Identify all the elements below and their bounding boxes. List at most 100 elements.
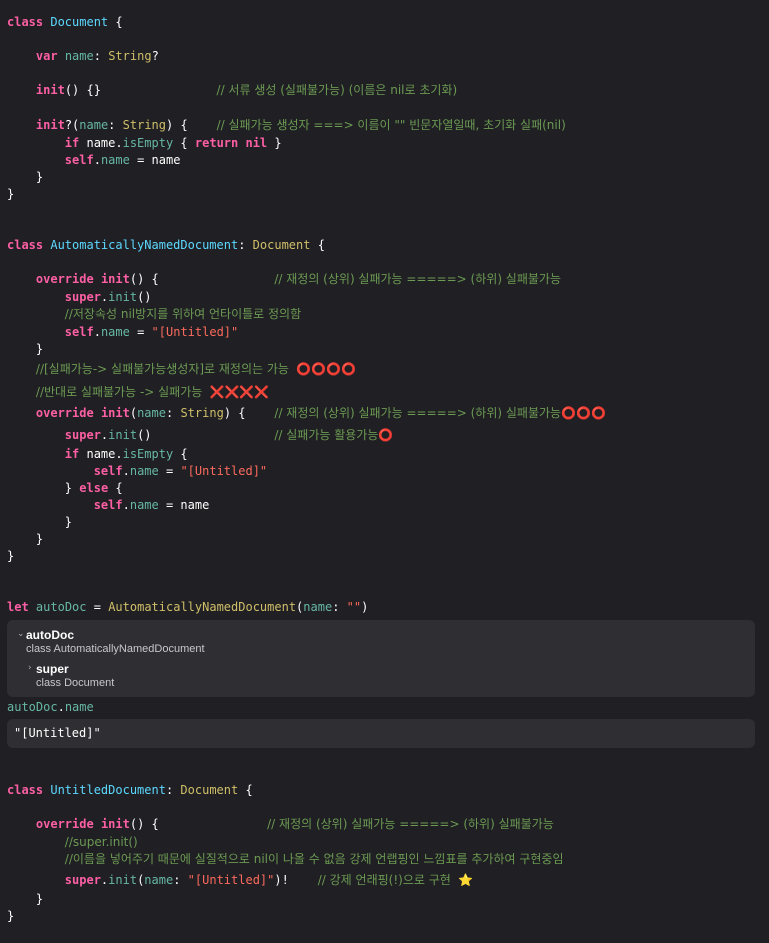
keyword: init bbox=[35, 83, 65, 97]
keyword: class bbox=[7, 238, 44, 252]
punct: . bbox=[93, 153, 101, 167]
inspector-subtitle: class AutomaticallyNamedDocument bbox=[26, 643, 205, 655]
code-line[interactable]: override init() { // 재정의 (상위) 실패가능 =====… bbox=[7, 271, 561, 287]
code-line[interactable]: var name: String? bbox=[7, 48, 159, 64]
code-line[interactable]: class AutomaticallyNamedDocument: Docume… bbox=[7, 237, 325, 253]
keyword: let bbox=[7, 600, 29, 614]
identifier: autoDoc bbox=[7, 700, 58, 714]
keyword: override bbox=[35, 272, 94, 286]
keyword: init bbox=[100, 817, 130, 831]
comment: //반대로 실패불가능 -> 실패가능 bbox=[35, 385, 203, 399]
inspector-child-title[interactable]: super bbox=[36, 662, 69, 676]
code-line[interactable]: } bbox=[7, 531, 43, 547]
code-line[interactable]: } bbox=[7, 514, 72, 530]
code-text: = name bbox=[137, 153, 181, 167]
punct: () {} bbox=[64, 83, 101, 97]
code-line[interactable]: super.init(name: "[Untitled]")! // 강제 언래… bbox=[7, 872, 473, 888]
punct: . bbox=[122, 464, 130, 478]
type-name: String bbox=[180, 406, 224, 420]
keyword: self bbox=[93, 464, 123, 478]
punct: : bbox=[332, 600, 340, 614]
type-name: AutomaticallyNamedDocument bbox=[108, 600, 297, 614]
code-line[interactable]: self.name = name bbox=[7, 152, 181, 168]
code-line[interactable]: //이름을 넣어주기 때문에 실질적으로 nil이 나올 수 없음 강제 언랩핑… bbox=[7, 851, 564, 867]
variable-inspector: ⌄ autoDoc class AutomaticallyNamedDocume… bbox=[7, 620, 755, 697]
keyword: override bbox=[35, 817, 94, 831]
identifier: name. bbox=[86, 136, 123, 150]
code-line[interactable]: //[실패가능-> 실패불가능생성자]로 재정의는 가능 ⭕⭕⭕⭕ bbox=[7, 361, 356, 377]
punct: : bbox=[238, 238, 246, 252]
code-line[interactable]: //super.init() bbox=[7, 834, 138, 850]
code-line[interactable]: if name.isEmpty { bbox=[7, 446, 188, 462]
brace: } bbox=[7, 909, 15, 923]
keyword: if bbox=[64, 447, 80, 461]
code-line[interactable]: let autoDoc = AutomaticallyNamedDocument… bbox=[7, 599, 368, 615]
code-line[interactable]: init?(name: String) { // 실패가능 생성자 ===> 이… bbox=[7, 117, 566, 133]
punct: ?( bbox=[64, 118, 80, 132]
comment: // 재정의 (상위) 실패가능 =====> (하위) 실패불가능 bbox=[267, 817, 554, 831]
code-line[interactable]: } bbox=[7, 186, 14, 202]
code-line[interactable]: class UntitledDocument: Document { bbox=[7, 782, 253, 798]
keyword: init bbox=[100, 406, 130, 420]
identifier: name bbox=[144, 873, 174, 887]
code-line[interactable]: if name.isEmpty { return nil } bbox=[7, 135, 282, 151]
keyword: override bbox=[35, 406, 94, 420]
keyword: class bbox=[7, 15, 44, 29]
type-name: Document bbox=[252, 238, 311, 252]
comment: //super.init() bbox=[64, 835, 138, 849]
keyword: if bbox=[64, 136, 80, 150]
code-line[interactable]: } bbox=[7, 548, 14, 564]
brace: } bbox=[7, 549, 15, 563]
inspector-title[interactable]: autoDoc bbox=[26, 628, 74, 642]
keyword: self bbox=[93, 498, 123, 512]
string-literal: "[Untitled]" bbox=[180, 464, 268, 478]
code-line[interactable]: //저장속성 nil방지를 위하여 언타이틀로 정의함 bbox=[7, 306, 301, 322]
code-line[interactable]: //반대로 실패불가능 -> 실패가능 ❌❌❌❌ bbox=[7, 384, 269, 400]
code-line[interactable]: override init(name: String) { // 재정의 (상위… bbox=[7, 405, 606, 421]
code-line[interactable]: super.init() // 실패가능 활용가능⭕ bbox=[7, 427, 394, 443]
code-line[interactable]: } bbox=[7, 908, 14, 924]
keyword: init bbox=[100, 272, 130, 286]
brace: } bbox=[35, 170, 44, 184]
punct: = bbox=[137, 325, 145, 339]
keyword: super bbox=[64, 428, 101, 442]
chevron-down-icon[interactable]: ⌄ bbox=[17, 629, 25, 639]
keyword: self bbox=[64, 153, 94, 167]
punct: () bbox=[137, 290, 152, 304]
code-line[interactable]: } else { bbox=[7, 480, 123, 496]
code-line[interactable]: self.name = "[Untitled]" bbox=[7, 324, 238, 340]
code-line[interactable]: } bbox=[7, 341, 43, 357]
red-cross-icon: ❌❌❌❌ bbox=[209, 385, 270, 399]
code-line[interactable]: } bbox=[7, 169, 43, 185]
chevron-right-icon[interactable]: › bbox=[28, 663, 32, 673]
punct: . bbox=[57, 700, 65, 714]
comment: //이름을 넣어주기 때문에 실질적으로 nil이 나올 수 없음 강제 언랩핑… bbox=[64, 852, 564, 866]
keyword: init bbox=[35, 118, 65, 132]
brace: } bbox=[274, 136, 282, 150]
code-line[interactable]: self.name = name bbox=[7, 497, 210, 513]
brace: } bbox=[35, 892, 44, 906]
punct: : bbox=[165, 783, 174, 797]
type-name: Document bbox=[50, 15, 109, 29]
code-line[interactable]: super.init() bbox=[7, 289, 152, 305]
punct: ? bbox=[151, 49, 159, 63]
punct: ( bbox=[129, 406, 138, 420]
code-line[interactable]: } bbox=[7, 891, 43, 907]
type-name: String bbox=[108, 49, 152, 63]
comment: // 서류 생성 (실패불가능) (이름은 nil로 초기화) bbox=[216, 83, 458, 97]
identifier: autoDoc bbox=[35, 600, 87, 614]
keyword: else bbox=[79, 481, 109, 495]
brace: } bbox=[35, 532, 44, 546]
identifier: name bbox=[129, 464, 159, 478]
code-line[interactable]: init() {} // 서류 생성 (실패불가능) (이름은 nil로 초기화… bbox=[7, 82, 457, 98]
punct: ) bbox=[361, 600, 369, 614]
code-line[interactable]: override init() { // 재정의 (상위) 실패가능 =====… bbox=[7, 816, 554, 832]
identifier: name bbox=[64, 700, 94, 714]
red-circle-icon: ⭕⭕⭕⭕ bbox=[296, 362, 356, 376]
keyword: super bbox=[64, 873, 101, 887]
identifier: init bbox=[108, 290, 138, 304]
code-line[interactable]: class Document { bbox=[7, 14, 123, 30]
code-line[interactable]: self.name = "[Untitled]" bbox=[7, 463, 267, 479]
identifier: init bbox=[108, 873, 138, 887]
code-line[interactable]: autoDoc.name bbox=[7, 699, 94, 715]
